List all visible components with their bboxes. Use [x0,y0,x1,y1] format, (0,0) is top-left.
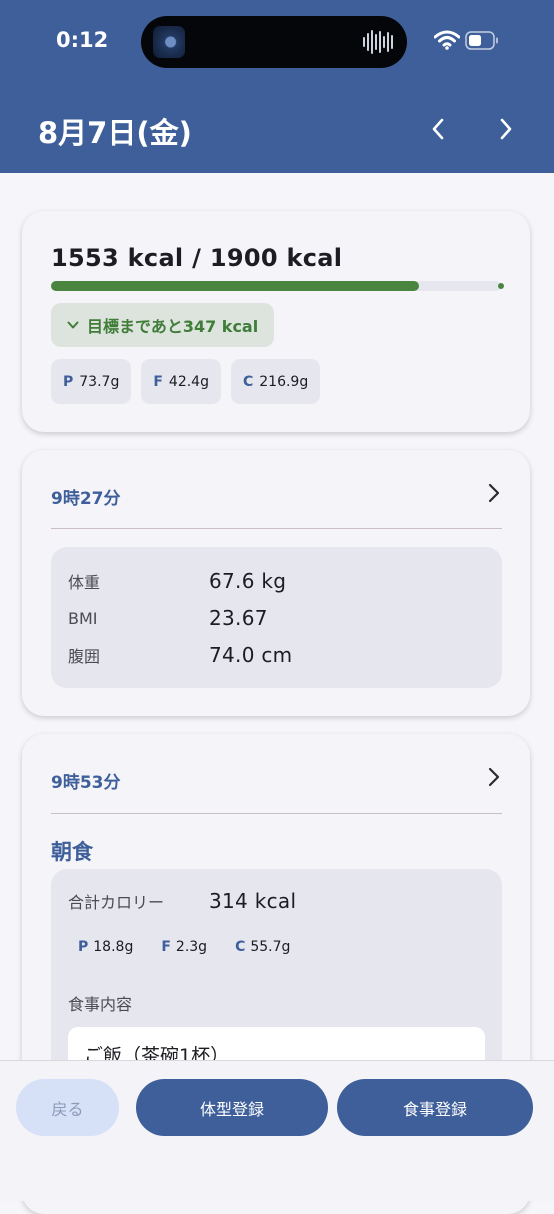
macro-chip-carbs: C 216.9g [230,359,321,404]
meal-total-row: 合計カロリー 314 kcal [68,889,296,913]
back-button[interactable]: 戻る [16,1079,119,1136]
open-entry-button[interactable] [482,478,506,508]
divider [51,813,502,814]
calorie-summary-card: 1553 kcal / 1900 kcal 目標まであと347 kcal P 7… [22,211,530,432]
meal-macro-fat: F 2.3g [161,939,207,955]
macro-letter: F [161,939,171,955]
divider [51,528,502,529]
dynamic-island [141,16,407,68]
macro-letter: P [63,373,74,390]
calorie-progress-bar [51,281,504,291]
macro-value: 216.9g [259,373,309,390]
open-entry-button[interactable] [482,762,506,792]
bottom-action-bar: 戻る 体型登録 食事登録 [0,1060,554,1201]
status-time: 0:12 [56,28,109,52]
stat-value: 67.6 kg [209,569,287,593]
macro-chip-fat: F 42.4g [141,359,221,404]
macro-value: 73.7g [79,373,120,390]
body-stats-box: 体重 67.6 kg BMI 23.67 腹囲 74.0 cm [51,547,502,688]
meal-content-label: 食事内容 [68,995,133,1014]
macro-letter: C [242,373,254,390]
app-header: 0:12 8月7日(金) [0,0,554,173]
stat-label: 体重 [68,573,101,592]
macro-value: 2.3g [175,939,208,955]
chevron-left-icon [432,118,444,140]
macro-value: 55.7g [250,939,291,955]
macro-letter: P [78,939,89,955]
entry-time: 9時53分 [51,773,121,793]
stat-value: 74.0 cm [209,643,293,667]
calorie-total: 1553 kcal / 1900 kcal [51,244,343,272]
page-title-date: 8月7日(金) [38,116,192,150]
macro-letter: F [153,373,163,390]
register-meal-button[interactable]: 食事登録 [337,1079,533,1136]
next-day-button[interactable] [486,110,526,148]
previous-day-button[interactable] [418,110,458,148]
stat-row-waist: 腹囲 74.0 cm [68,643,292,667]
chevron-down-icon [67,321,79,329]
meal-macros: P 18.8g F 2.3g C 55.7g [78,939,290,955]
meal-title: 朝食 [51,840,93,864]
meal-macro-protein: P 18.8g [78,939,133,955]
remaining-calories-text: 目標まであと347 kcal [87,317,259,336]
register-body-button[interactable]: 体型登録 [136,1079,328,1136]
chevron-right-icon [488,767,500,787]
battery-icon [465,31,498,50]
body-record-card[interactable]: 9時27分 体重 67.6 kg BMI 23.67 腹囲 74.0 cm [22,450,530,716]
stat-label: 腹囲 [68,647,101,666]
stat-row-bmi: BMI 23.67 [68,606,268,630]
audio-waveform-icon [363,29,393,55]
progress-end-dot [498,283,504,289]
macro-chip-protein: P 73.7g [51,359,132,404]
macro-value: 42.4g [168,373,209,390]
total-calorie-value: 314 kcal [209,889,297,913]
stat-value: 23.67 [209,606,268,630]
now-playing-artwork [153,26,185,58]
wifi-icon [434,30,460,50]
meal-macro-carbs: C 55.7g [235,939,290,955]
macro-letter: C [235,939,246,955]
macro-chips: P 73.7g F 42.4g C 216.9g [51,359,321,404]
stat-label: BMI [68,608,98,628]
chevron-right-icon [488,483,500,503]
stat-row-weight: 体重 67.6 kg [68,569,286,593]
chevron-right-icon [500,118,512,140]
macro-value: 18.8g [93,939,134,955]
progress-fill [51,281,419,291]
remaining-calories-toggle[interactable]: 目標まであと347 kcal [51,303,275,347]
total-calorie-label: 合計カロリー [68,893,165,912]
entry-time: 9時27分 [51,489,121,509]
